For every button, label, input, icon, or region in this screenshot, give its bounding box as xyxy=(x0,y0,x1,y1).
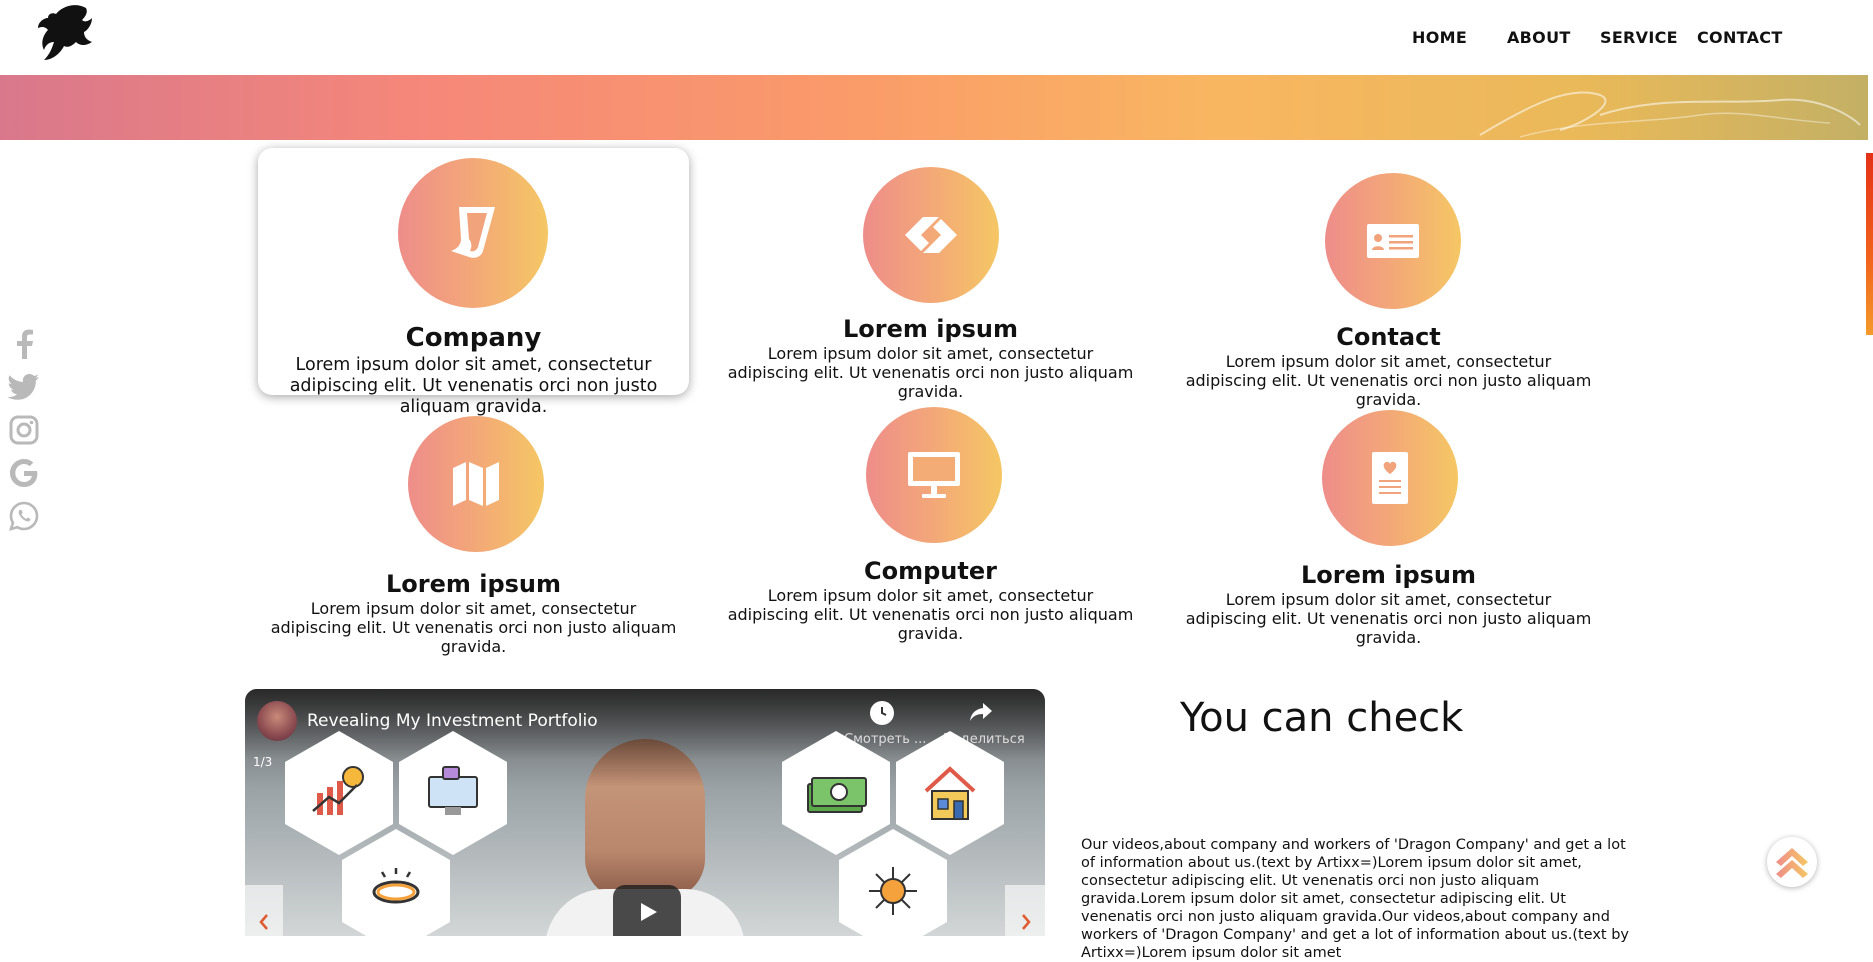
video-title[interactable]: Revealing My Investment Portfolio xyxy=(307,711,598,731)
hex-ring-icon xyxy=(342,829,450,936)
service-card-text: Lorem ipsum dolor sit amet, consectetur … xyxy=(289,355,658,417)
google-icon[interactable] xyxy=(8,457,40,489)
service-card-title: Computer xyxy=(864,557,997,585)
heart-document-icon xyxy=(1322,410,1458,546)
nav-contact[interactable]: CONTACT xyxy=(1697,28,1783,47)
nav-home[interactable]: HOME xyxy=(1412,28,1467,47)
hero-banner xyxy=(0,75,1868,140)
service-card-company[interactable]: Company Lorem ipsum dolor sit amet, cons… xyxy=(258,148,689,417)
service-card-title: Lorem ipsum xyxy=(842,315,1019,343)
hex-bitcoin-icon xyxy=(839,829,947,936)
service-card-lorem-ipsum[interactable]: Lorem ipsum Lorem ipsum dolor sit amet, … xyxy=(270,416,677,656)
playlist-counter: 1/3 xyxy=(253,755,273,769)
scroll-icon xyxy=(398,158,548,308)
share-icon[interactable] xyxy=(969,701,993,727)
scroll-indicator xyxy=(1866,153,1873,335)
service-card-text: Lorem ipsum dolor sit amet, consectetur … xyxy=(270,599,677,656)
scroll-to-top-button[interactable] xyxy=(1767,837,1817,887)
banner-signature-decoration xyxy=(1479,91,1861,138)
play-button[interactable] xyxy=(613,885,681,936)
channel-avatar[interactable] xyxy=(257,701,297,741)
dragon-logo-icon[interactable] xyxy=(26,2,98,68)
section-title: You can check xyxy=(1180,695,1464,741)
service-card-text: Lorem ipsum dolor sit amet, consectetur … xyxy=(1185,590,1592,647)
nav-service[interactable]: SERVICE xyxy=(1600,28,1678,47)
video-prev-button[interactable] xyxy=(245,885,283,936)
clock-icon[interactable] xyxy=(870,701,894,725)
monitor-icon xyxy=(866,407,1002,543)
site-header: HOME ABOUT SERVICE CONTACT xyxy=(0,0,1868,75)
video-player[interactable]: Revealing My Investment Portfolio 1/3 См… xyxy=(245,689,1045,936)
service-card-lorem-ipsum[interactable]: Lorem ipsum Lorem ipsum dolor sit amet, … xyxy=(727,167,1134,401)
service-card-text: Lorem ipsum dolor sit amet, consectetur … xyxy=(727,586,1134,643)
presenter-figure xyxy=(585,739,705,899)
twitter-icon[interactable] xyxy=(8,371,40,403)
service-card-title: Lorem ipsum xyxy=(1300,561,1477,589)
id-card-icon xyxy=(1325,173,1461,309)
instagram-icon[interactable] xyxy=(8,414,40,446)
service-card-computer[interactable]: Computer Lorem ipsum dolor sit amet, con… xyxy=(727,407,1134,643)
service-card-contact[interactable]: Contact Lorem ipsum dolor sit amet, cons… xyxy=(1185,173,1592,409)
section-description: Our videos,about company and workers of … xyxy=(1081,837,1629,961)
link-icon xyxy=(863,167,999,303)
service-card-title: Lorem ipsum xyxy=(385,570,562,598)
service-card-lorem-ipsum[interactable]: Lorem ipsum Lorem ipsum dolor sit amet, … xyxy=(1185,410,1592,647)
double-chevron-up-icon xyxy=(1776,848,1808,878)
facebook-icon[interactable] xyxy=(8,328,40,360)
whatsapp-icon[interactable] xyxy=(8,500,40,532)
service-card-text: Lorem ipsum dolor sit amet, consectetur … xyxy=(727,344,1134,401)
nav-about[interactable]: ABOUT xyxy=(1507,28,1571,47)
video-next-button[interactable] xyxy=(1005,885,1045,936)
map-icon xyxy=(408,416,544,552)
service-card-text: Lorem ipsum dolor sit amet, consectetur … xyxy=(1185,352,1592,409)
service-card-title: Contact xyxy=(1336,323,1441,351)
service-card-title: Company xyxy=(405,323,542,353)
